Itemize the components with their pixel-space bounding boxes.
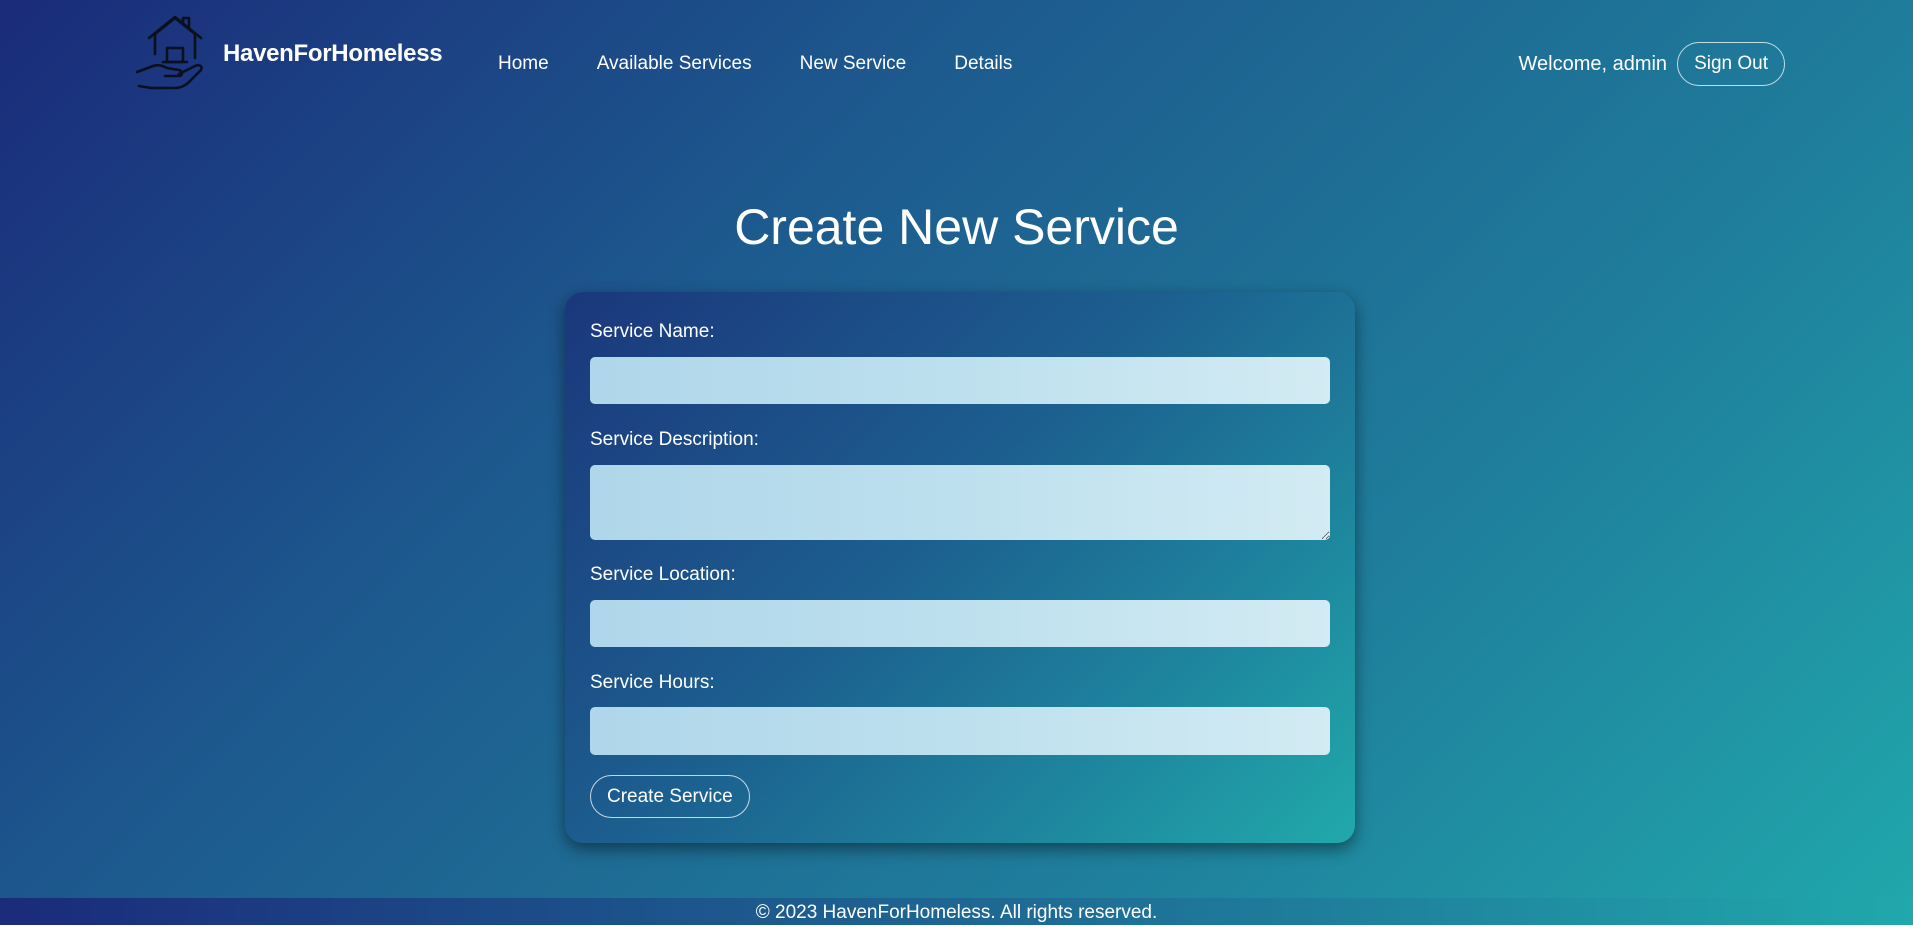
nav-new-service[interactable]: New Service [800, 53, 907, 75]
brand[interactable]: HavenForHomeless [133, 14, 443, 92]
nav-home[interactable]: Home [498, 53, 549, 75]
service-hours-input[interactable] [590, 707, 1330, 755]
welcome-text: Welcome, admin [1518, 52, 1668, 75]
service-description-textarea[interactable] [590, 465, 1330, 540]
sign-out-button[interactable]: Sign Out [1677, 42, 1785, 86]
create-service-button[interactable]: Create Service [590, 775, 750, 818]
house-in-hand-icon [135, 15, 203, 90]
brand-name[interactable]: HavenForHomeless [223, 40, 443, 68]
service-description-label: Service Description: [590, 429, 759, 450]
navbar: HavenForHomeless Home Available Services… [0, 0, 1913, 128]
footer-copyright: © 2023 HavenForHomeless. All rights rese… [755, 902, 1158, 923]
footer: © 2023 HavenForHomeless. All rights rese… [0, 898, 1913, 927]
main-nav: Home Available Services New Service Deta… [498, 53, 1012, 75]
nav-details[interactable]: Details [954, 53, 1012, 75]
service-location-input[interactable] [590, 600, 1330, 647]
nav-available-services[interactable]: Available Services [597, 53, 752, 75]
service-name-input[interactable] [590, 357, 1330, 404]
service-name-label: Service Name: [590, 321, 715, 342]
user-area: Welcome, admin Sign Out [1518, 42, 1785, 86]
page-title: Create New Service [734, 199, 1179, 255]
service-location-label: Service Location: [590, 564, 736, 585]
create-service-form: Service Name: Service Description: Servi… [565, 292, 1355, 843]
service-hours-label: Service Hours: [590, 672, 715, 693]
